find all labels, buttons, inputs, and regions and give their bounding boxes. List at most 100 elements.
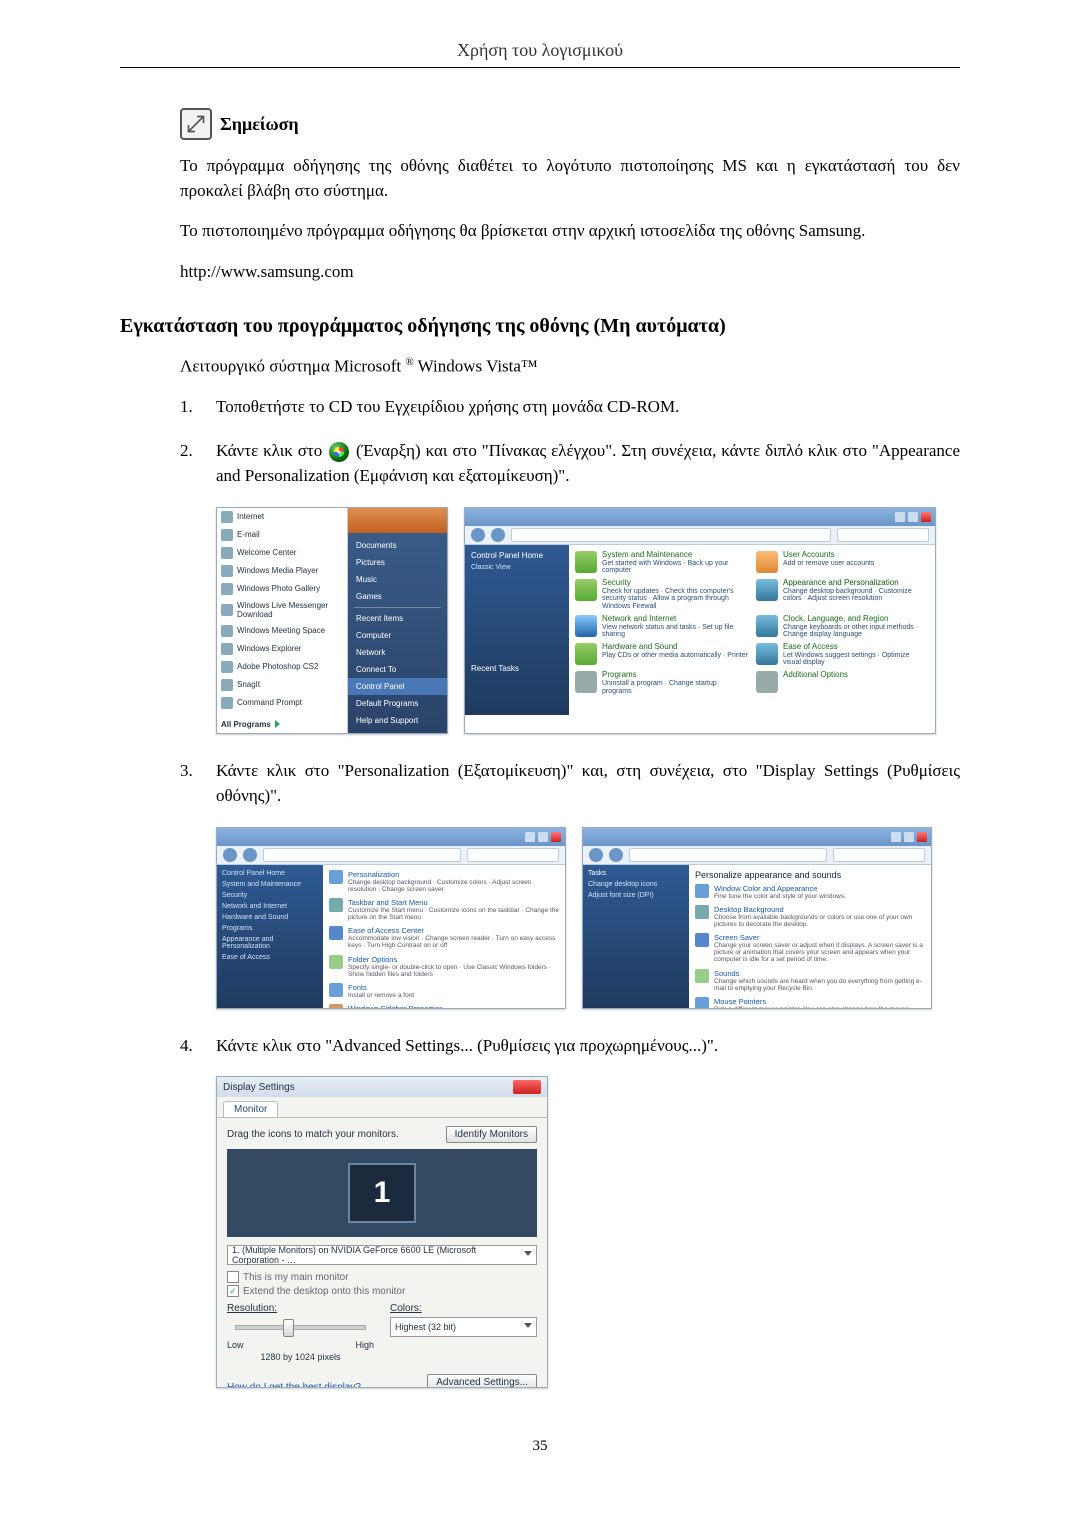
sm-user-header <box>348 508 447 533</box>
cp-categories: System and MaintenanceGet started with W… <box>569 545 935 715</box>
cp-side-title: Control Panel Home <box>471 551 563 560</box>
screenshot-appearance-panel: Control Panel Home System and Maintenanc… <box>216 827 566 1009</box>
mail-icon <box>221 529 233 541</box>
main-monitor-checkbox: This is my main monitor <box>227 1271 537 1283</box>
identify-monitors-button[interactable]: Identify Monitors <box>446 1126 537 1143</box>
screensaver-icon <box>695 933 709 947</box>
sidebar-icon <box>329 1004 343 1009</box>
photoshop-icon <box>221 661 233 673</box>
page-header-title: Χρήση του λογισμικού <box>120 40 960 61</box>
step-3-number: 3. <box>180 758 216 809</box>
sm-default: Default Programs <box>348 695 447 712</box>
sm-all-programs: All Programs <box>217 716 347 733</box>
cp-recent: Recent Tasks <box>471 664 563 673</box>
fonts-icon <box>329 983 343 997</box>
additional-icon <box>756 671 778 693</box>
document-page: Χρήση του λογισμικού Σημείωση Το πρόγραμ… <box>0 0 1080 1495</box>
section-body: Λειτουργικό σύστημα Microsoft ® Windows … <box>180 356 960 1389</box>
ease-center-icon <box>329 926 343 940</box>
screenshot-control-panel: Control Panel Home Classic View Recent T… <box>464 507 936 734</box>
os-windows: Windows Vista™ <box>414 356 538 375</box>
chevron-right-icon <box>275 720 280 728</box>
step-4-number: 4. <box>180 1033 216 1059</box>
step-4-text: Κάντε κλικ στο "Advanced Settings... (Ρυ… <box>216 1033 960 1059</box>
ds-preview: 1 <box>227 1149 537 1237</box>
sm-gallery: Windows Photo Gallery <box>217 580 347 598</box>
clock-icon <box>756 615 778 637</box>
back-icon <box>223 848 237 862</box>
close-icon <box>513 1080 541 1094</box>
appearance-icon <box>756 579 778 601</box>
sm-messenger: Windows Live Messenger Download <box>217 598 347 622</box>
close-icon <box>921 512 931 522</box>
sm-meeting: Windows Meeting Space <box>217 622 347 640</box>
note-icon <box>180 108 212 140</box>
welcome-icon <box>221 547 233 559</box>
window-color-icon <box>695 884 709 898</box>
network-icon <box>575 615 597 637</box>
step-2-post: (Έναρξη) και στο "Πίνακας ελέγχου". Στη … <box>216 441 960 486</box>
checkbox-checked-icon <box>227 1285 239 1297</box>
step-1-number: 1. <box>180 394 216 420</box>
extend-desktop-checkbox: Extend the desktop onto this monitor <box>227 1285 537 1297</box>
sm-recent: Recent Items <box>348 610 447 627</box>
note-paragraph-1: Το πρόγραμμα οδήγησης της οθόνης διαθέτε… <box>180 154 960 203</box>
screenshot-start-menu: Internet E-mail Welcome Center Windows M… <box>216 507 448 734</box>
figure-row-3: Display Settings Monitor Drag the icons … <box>180 1076 960 1388</box>
page-number: 35 <box>120 1438 960 1455</box>
folder-icon <box>329 955 343 969</box>
screenshot-display-settings: Display Settings Monitor Drag the icons … <box>216 1076 548 1388</box>
checkbox-icon <box>227 1271 239 1283</box>
step-3: 3. Κάντε κλικ στο "Personalization (Εξατ… <box>180 758 960 809</box>
forward-icon <box>243 848 257 862</box>
forward-icon <box>609 848 623 862</box>
step-4: 4. Κάντε κλικ στο "Advanced Settings... … <box>180 1033 960 1059</box>
hardware-icon <box>575 643 597 665</box>
search-box <box>837 528 929 542</box>
sm-welcome: Welcome Center <box>217 544 347 562</box>
sm-wmp: Windows Media Player <box>217 562 347 580</box>
colors-select[interactable]: Highest (32 bit) <box>390 1317 537 1337</box>
ds-drag-text: Drag the icons to match your monitors. <box>227 1129 399 1140</box>
os-prefix: Λειτουργικό σύστημα Microsoft <box>180 356 405 375</box>
resolution-slider[interactable] <box>227 1317 374 1339</box>
meeting-icon <box>221 625 233 637</box>
address-bar <box>511 528 831 542</box>
advanced-settings-button[interactable]: Advanced Settings... <box>427 1374 537 1388</box>
explorer-icon <box>221 643 233 655</box>
step-3-text: Κάντε κλικ στο "Personalization (Εξατομί… <box>216 758 960 809</box>
sounds-icon <box>695 969 709 983</box>
note-heading: Σημείωση <box>180 108 960 140</box>
ease-icon <box>756 643 778 665</box>
snagit-icon <box>221 679 233 691</box>
ds-tab-monitor[interactable]: Monitor <box>223 1101 278 1117</box>
cmd-icon <box>221 697 233 709</box>
desktop-bg-icon <box>695 905 709 919</box>
step-2: 2. Κάντε κλικ στο (Έναρξη) και στο "Πίνα… <box>180 438 960 489</box>
back-icon <box>471 528 485 542</box>
sm-computer: Computer <box>348 627 447 644</box>
os-line: Λειτουργικό σύστημα Microsoft ® Windows … <box>180 356 960 377</box>
sm-connect: Connect To <box>348 661 447 678</box>
sm-cmd: Command Prompt <box>217 694 347 712</box>
programs-icon <box>575 671 597 693</box>
step-2-pre: Κάντε κλικ στο <box>216 441 327 460</box>
monitor-1-icon: 1 <box>348 1163 416 1223</box>
close-icon <box>917 832 927 842</box>
system-icon <box>575 551 597 573</box>
figure-row-1: Internet E-mail Welcome Center Windows M… <box>180 507 960 734</box>
resolution-value: 1280 by 1024 pixels <box>227 1352 374 1362</box>
gallery-icon <box>221 583 233 595</box>
monitor-select[interactable]: 1. (Multiple Monitors) on NVIDIA GeForce… <box>227 1245 537 1265</box>
sm-pictures: Pictures <box>348 554 447 571</box>
resolution-label: Resolution: <box>227 1303 374 1314</box>
step-1: 1. Τοποθετήστε το CD του Εγχειρίδιου χρή… <box>180 394 960 420</box>
security-icon <box>575 579 597 601</box>
sm-snagit: SnagIt <box>217 676 347 694</box>
start-orb-icon <box>329 442 349 462</box>
globe-icon <box>221 511 233 523</box>
taskbar-icon <box>329 898 343 912</box>
step-2-number: 2. <box>180 438 216 489</box>
best-display-link[interactable]: How do I get the best display? <box>227 1382 361 1388</box>
screenshot-personalization: Tasks Change desktop icons Adjust font s… <box>582 827 932 1009</box>
